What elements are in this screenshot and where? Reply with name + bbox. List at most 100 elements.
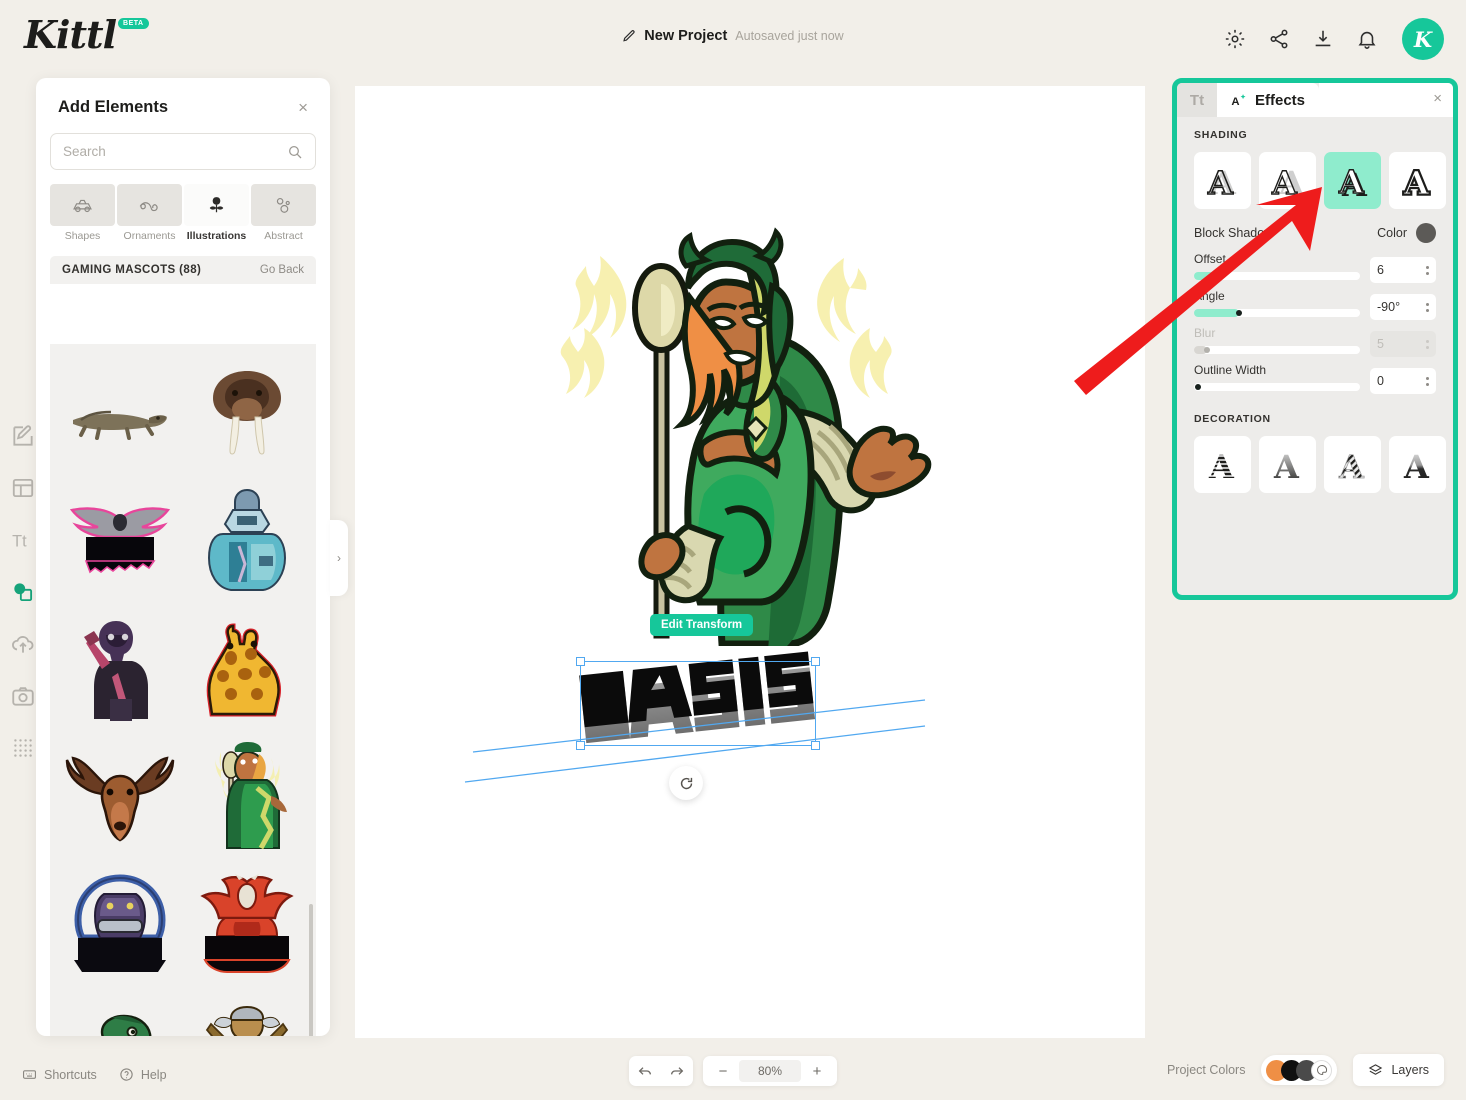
element-thumbnail-giraffe[interactable] — [183, 604, 310, 732]
help-button[interactable]: Help — [119, 1067, 167, 1082]
resize-handle-top-left[interactable] — [576, 657, 585, 666]
photos-tool[interactable] — [10, 683, 36, 709]
undo-button[interactable] — [629, 1056, 661, 1086]
go-back-link[interactable]: Go Back — [260, 264, 304, 276]
element-thumbnail-crocodile[interactable] — [56, 348, 183, 476]
zoom-level-value[interactable]: 80% — [739, 1060, 801, 1082]
resize-handle-top-right[interactable] — [811, 657, 820, 666]
text-tool[interactable]: Tt — [10, 527, 36, 553]
zoom-in-button[interactable]: + — [801, 1056, 833, 1086]
panel-scrollbar[interactable] — [309, 904, 313, 1036]
offset-value: 6 — [1377, 263, 1384, 277]
decoration-option-gradient[interactable]: A — [1389, 436, 1446, 493]
upload-tool[interactable] — [10, 631, 36, 657]
element-thumbnail-winged-banner[interactable] — [56, 476, 183, 604]
selection-bounding-box[interactable] — [576, 657, 820, 750]
control-offset: Offset 6 — [1194, 252, 1436, 283]
tab-text[interactable]: Tt — [1177, 83, 1217, 117]
category-tabs: Shapes Ornaments Illustrations Abstract — [50, 184, 316, 242]
palette-icon[interactable] — [1311, 1059, 1333, 1081]
category-shapes[interactable]: Shapes — [50, 184, 115, 242]
element-thumbnail-sniper[interactable] — [56, 604, 183, 732]
resize-handle-bottom-right[interactable] — [811, 741, 820, 750]
control-outline-width: Outline Width 0 — [1194, 363, 1436, 394]
search-input[interactable] — [63, 144, 287, 159]
green-sorceress-illustration[interactable] — [540, 226, 960, 646]
magic-a-icon: A — [1231, 93, 1246, 107]
search-input-wrap[interactable] — [50, 133, 316, 170]
category-label: Ornaments — [123, 230, 176, 242]
offset-label: Offset — [1194, 252, 1226, 266]
history-controls — [629, 1056, 693, 1086]
tab-effects[interactable]: A Effects — [1217, 83, 1320, 117]
close-icon[interactable]: × — [1433, 91, 1442, 106]
decoration-preview-icon: A — [1337, 447, 1365, 484]
templates-tool[interactable] — [10, 475, 36, 501]
search-icon — [289, 145, 302, 158]
rotate-handle[interactable] — [669, 766, 703, 800]
share-icon[interactable] — [1268, 28, 1290, 50]
canvas-area[interactable]: Edit Transform — [330, 86, 1170, 1038]
outline-width-numeric-input[interactable]: 0 — [1370, 368, 1436, 394]
shading-option-block[interactable]: A A — [1324, 152, 1381, 209]
outline-width-slider[interactable] — [1194, 383, 1360, 391]
grid-dots-icon — [14, 739, 32, 757]
autosave-status: Autosaved just now — [735, 29, 844, 43]
shading-option-splice[interactable]: A A — [1259, 152, 1316, 209]
category-abstract[interactable]: Abstract — [251, 184, 316, 242]
project-colors-swatches[interactable] — [1261, 1055, 1338, 1085]
elements-grid — [50, 344, 316, 1036]
effects-panel: Tt A Effects × SHADING A A A A A A A A B… — [1172, 78, 1458, 600]
layers-label: Layers — [1391, 1063, 1429, 1077]
angle-numeric-input[interactable]: -90° — [1370, 294, 1436, 320]
decoration-option-lines[interactable]: A — [1194, 436, 1251, 493]
artboard[interactable]: Edit Transform — [355, 86, 1145, 1038]
element-thumbnail-moose[interactable] — [56, 732, 183, 860]
shading-option-hollow[interactable]: A A — [1194, 152, 1251, 209]
zoom-out-button[interactable]: − — [707, 1056, 739, 1086]
category-illustrations[interactable]: Illustrations — [184, 184, 249, 242]
shadow-color-swatch[interactable] — [1416, 223, 1436, 243]
download-icon[interactable] — [1312, 28, 1334, 50]
element-thumbnail-viking[interactable] — [183, 988, 310, 1036]
logo-text: Kittl — [24, 12, 117, 57]
element-thumbnail-duck[interactable] — [56, 988, 183, 1036]
element-thumbnail-walrus[interactable] — [183, 348, 310, 476]
angle-slider[interactable] — [1194, 309, 1360, 317]
element-thumbnail-blue-robot[interactable] — [183, 476, 310, 604]
resize-handle-bottom-left[interactable] — [576, 741, 585, 750]
element-thumbnail-gamer-pedestal[interactable] — [56, 860, 183, 988]
shapes-icon — [14, 583, 33, 602]
help-label: Help — [140, 1067, 167, 1082]
gear-icon[interactable] — [1224, 28, 1246, 50]
project-title-group[interactable]: New Project Autosaved just now — [622, 28, 844, 44]
elements-tool[interactable] — [10, 579, 36, 605]
kittl-logo[interactable]: Kittl BETA — [24, 12, 149, 57]
layers-button[interactable]: Layers — [1353, 1054, 1444, 1086]
user-avatar[interactable]: K — [1402, 18, 1444, 60]
svg-text:A: A — [1271, 164, 1298, 201]
element-thumbnail-red-demon-banner[interactable] — [183, 860, 310, 988]
bell-icon[interactable] — [1356, 28, 1378, 50]
offset-slider[interactable] — [1194, 272, 1360, 280]
edit-transform-button[interactable]: Edit Transform — [650, 614, 754, 636]
angle-stepper[interactable] — [1426, 302, 1429, 312]
decoration-option-diagonal[interactable]: A — [1324, 436, 1381, 493]
close-icon[interactable]: × — [298, 99, 308, 116]
decoration-preview-icon: A — [1273, 448, 1300, 485]
edit-tool[interactable] — [10, 423, 36, 449]
outline-width-stepper[interactable] — [1426, 376, 1429, 386]
elements-grid-scroll[interactable] — [50, 344, 316, 1036]
category-label: Abstract — [264, 230, 303, 242]
shortcuts-button[interactable]: Shortcuts — [22, 1067, 97, 1082]
redo-button[interactable] — [661, 1056, 693, 1086]
undo-arrow-icon — [638, 1067, 651, 1075]
shading-option-outline[interactable]: A A — [1389, 152, 1446, 209]
offset-numeric-input[interactable]: 6 — [1370, 257, 1436, 283]
category-ornaments[interactable]: Ornaments — [117, 184, 182, 242]
patterns-tool[interactable] — [10, 735, 36, 761]
offset-stepper[interactable] — [1426, 265, 1429, 275]
decoration-option-fade-top[interactable]: A — [1259, 436, 1316, 493]
element-thumbnail-sorceress[interactable] — [183, 732, 310, 860]
shading-preview-icon: A A — [1401, 162, 1431, 201]
